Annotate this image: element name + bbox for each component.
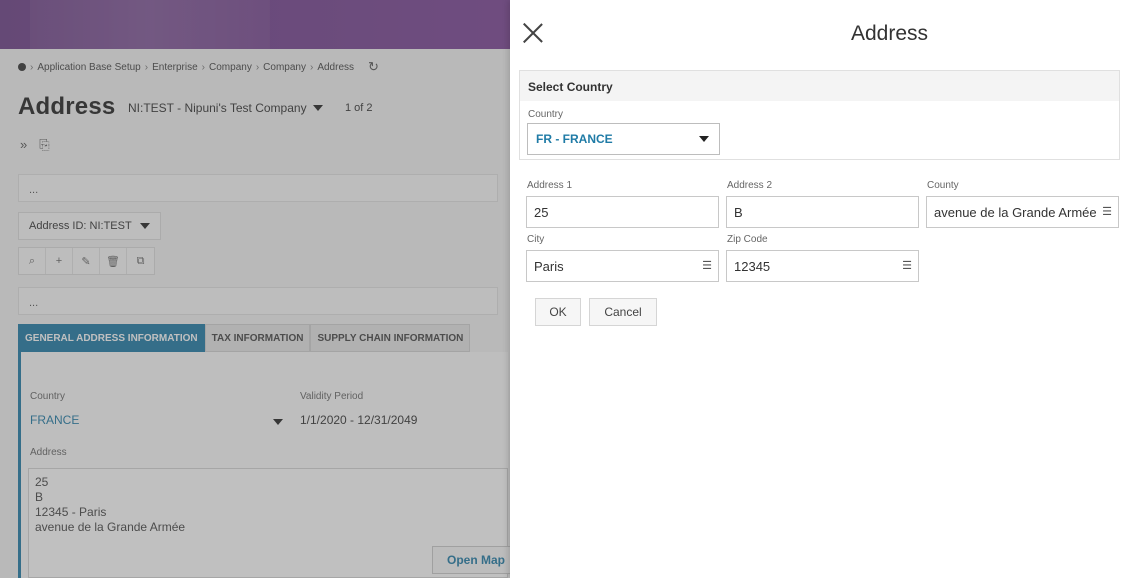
address2-label: Address 2 (727, 180, 773, 191)
country-select-value: FR - FRANCE (536, 132, 613, 146)
city-input[interactable]: Paris ☰ (526, 250, 719, 282)
country-select[interactable]: FR - FRANCE (527, 123, 720, 155)
dialog-title: Address (850, 22, 929, 45)
address-dialog: Address Select Country Country FR - FRAN… (510, 0, 1129, 578)
county-value: avenue de la Grande Armée (934, 205, 1097, 220)
zip-code-label: Zip Code (727, 234, 768, 245)
zip-code-input[interactable]: 12345 ☰ (726, 250, 919, 282)
list-of-values-icon[interactable]: ☰ (900, 259, 912, 272)
cancel-button[interactable]: Cancel (589, 298, 657, 326)
county-label: County (927, 180, 959, 191)
list-of-values-icon[interactable]: ☰ (1100, 205, 1112, 218)
address1-input[interactable]: 25 (526, 196, 719, 228)
city-value: Paris (534, 259, 564, 274)
list-of-values-icon[interactable]: ☰ (700, 259, 712, 272)
city-label: City (527, 234, 545, 245)
address2-input[interactable]: B (726, 196, 919, 228)
county-input[interactable]: avenue de la Grande Armée ☰ (926, 196, 1119, 228)
modal-overlay[interactable] (0, 0, 510, 578)
select-country-card: Select Country Country FR - FRANCE (519, 70, 1120, 160)
country-label: Country (528, 109, 564, 120)
ok-button[interactable]: OK (535, 298, 581, 326)
address1-label: Address 1 (527, 180, 573, 191)
zip-code-value: 12345 (734, 259, 771, 274)
caret-down-icon (699, 136, 709, 142)
section-title: Select Country (520, 71, 1119, 101)
